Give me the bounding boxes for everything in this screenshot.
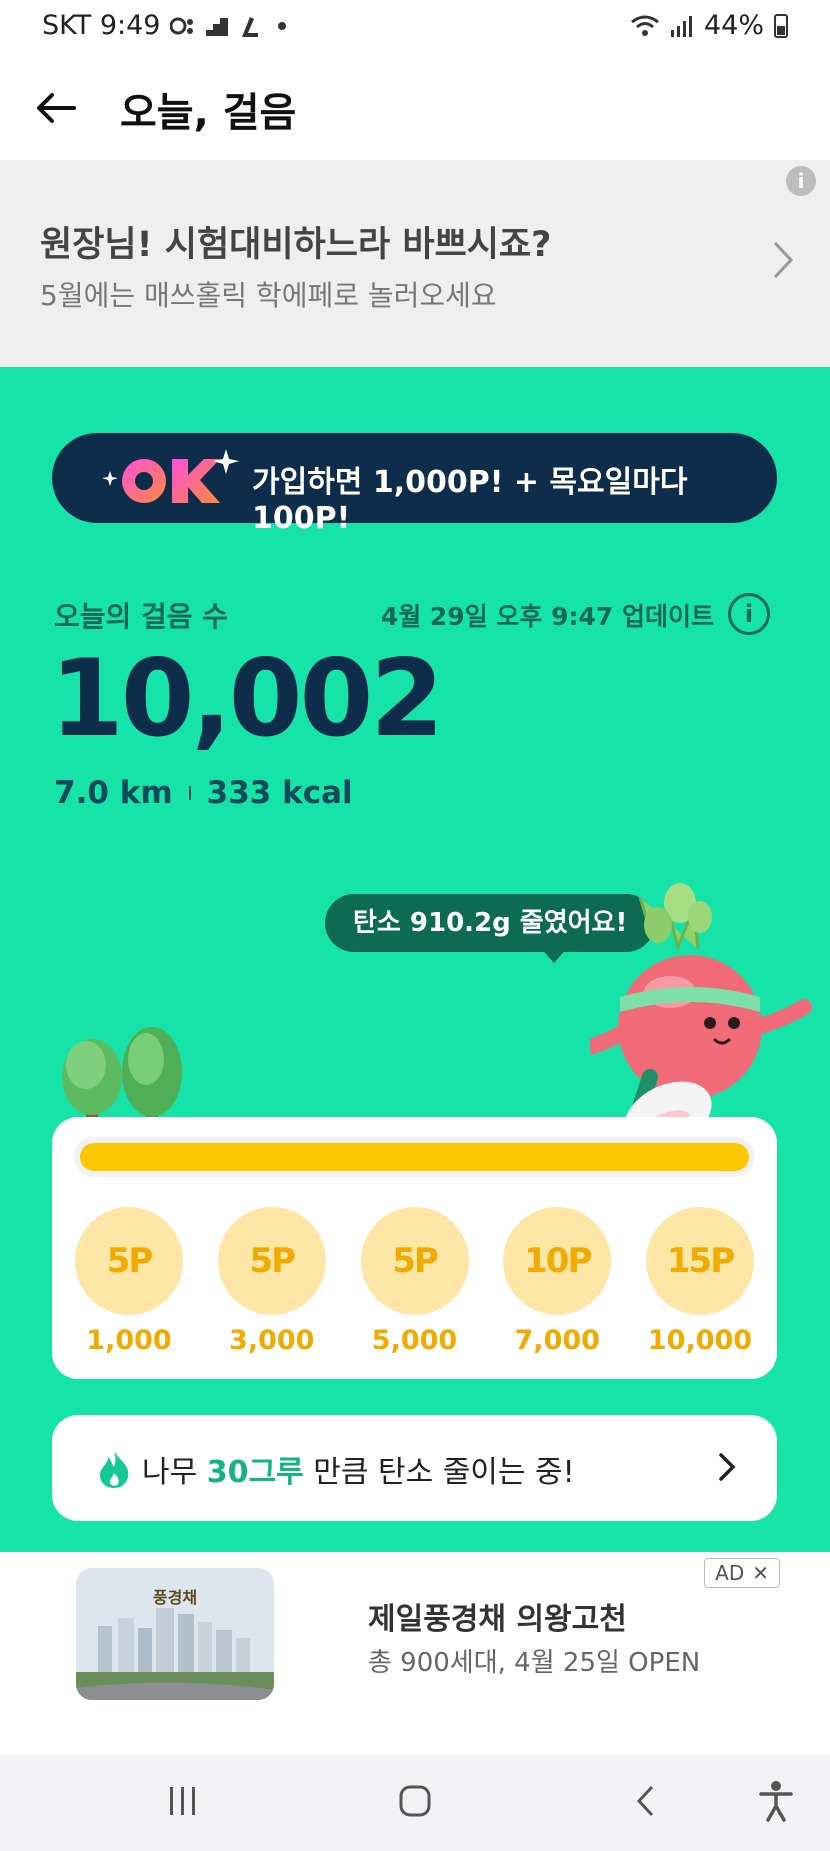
reward-points: 5P: [360, 1207, 469, 1315]
ad-brand-text: 풍경채: [152, 1588, 198, 1607]
reward-item[interactable]: 5P 1,000: [74, 1207, 184, 1356]
tree-count: 30그루: [206, 1455, 304, 1490]
step-progress-track: [74, 1137, 755, 1177]
tree-status-text: 나무 30그루 만큼 탄소 줄이는 중!: [142, 1447, 575, 1491]
promo-title: 원장님! 시험대비하느라 바쁘시죠?: [40, 225, 552, 265]
app-header: 오늘, 걸음: [0, 56, 830, 160]
system-nav-bar: [0, 1754, 830, 1851]
stairs-icon: [206, 17, 229, 36]
back-icon[interactable]: [634, 1784, 658, 1818]
steps-label: 오늘의 걸음 수: [54, 600, 229, 633]
ok-logo-icon: [102, 449, 239, 503]
recent-apps-icon[interactable]: [168, 1784, 198, 1818]
reward-step-goal: 3,000: [229, 1325, 315, 1356]
walk-dashboard: 가입하면 1,000P! + 목요일마다 100P! 오늘의 걸음 수 4월 2…: [0, 367, 830, 1552]
tree-status-suffix: 만큼 탄소 줄이는 중!: [303, 1455, 575, 1490]
tree-status-button[interactable]: 나무 30그루 만큼 탄소 줄이는 중!: [52, 1415, 777, 1521]
notification-icon: [170, 17, 194, 34]
distance-calories: 7.0 km 333 kcal: [54, 775, 353, 811]
tree-status-prefix: 나무: [142, 1455, 207, 1490]
ad-badge[interactable]: AD ✕: [704, 1558, 780, 1588]
step-count: 10,002: [50, 637, 444, 760]
reward-step-goal: 10,000: [647, 1325, 753, 1356]
reward-list: 5P 1,000 5P 3,000 5P 5,000 10P 7,000 15P…: [74, 1207, 755, 1356]
status-bar: SKT 9:49 44%: [0, 0, 830, 56]
reward-points: 15P: [646, 1207, 754, 1315]
flame-icon: [100, 1451, 129, 1488]
ad-subtitle: 총 900세대, 4월 25일 OPEN: [368, 1648, 701, 1678]
accessibility-icon[interactable]: [758, 1780, 794, 1822]
ad-title: 제일풍경채 의왕고천: [368, 1602, 627, 1637]
signal-icon: [670, 15, 692, 37]
battery-icon: [774, 13, 788, 38]
ad-banner[interactable]: AD ✕ 풍경채 제일풍경채 의왕고천 총 900세대, 4월 25일 OPEN: [0, 1552, 830, 1754]
reward-step-goal: 7,000: [514, 1325, 600, 1356]
update-time: 4월 29일 오후 9:47 업데이트: [380, 602, 714, 631]
reward-item[interactable]: 15P 10,000: [645, 1207, 755, 1356]
home-icon[interactable]: [398, 1784, 432, 1818]
reward-item[interactable]: 5P 3,000: [217, 1207, 327, 1356]
divider: [188, 786, 191, 800]
app-notification-icon: [242, 16, 259, 37]
ad-close-icon[interactable]: ✕: [752, 1559, 769, 1587]
carrier-time: SKT 9:49: [42, 10, 161, 41]
reward-points: 5P: [75, 1207, 183, 1315]
ad-image[interactable]: 풍경채: [76, 1568, 274, 1700]
wifi-icon: [631, 15, 659, 36]
battery-percent: 44%: [703, 10, 764, 41]
status-left: SKT 9:49: [42, 10, 287, 41]
tomato-mascot-illustration: [590, 883, 812, 1149]
reward-step-goal: 1,000: [86, 1325, 172, 1356]
promo-banner[interactable]: i 원장님! 시험대비하느라 바쁘시죠? 5월에는 매쓰홀릭 학에페로 놀러오세…: [0, 160, 830, 367]
chevron-right-icon: [719, 1453, 736, 1481]
distance-value: 7.0 km: [54, 775, 173, 811]
back-arrow-icon[interactable]: [30, 80, 86, 136]
ok-banner-text: 가입하면 1,000P! + 목요일마다 100P!: [252, 465, 688, 536]
ok-cashbag-banner[interactable]: 가입하면 1,000P! + 목요일마다 100P!: [52, 433, 777, 536]
bubble-tail: [540, 947, 568, 963]
calories-value: 333 kcal: [206, 775, 353, 811]
more-notifications-dot: [278, 21, 287, 30]
ad-label: AD: [715, 1561, 745, 1585]
reward-item[interactable]: 5P 5,000: [360, 1207, 470, 1356]
promo-subtitle: 5월에는 매쓰홀릭 학에페로 놀러오세요: [40, 279, 497, 312]
ad-info-icon[interactable]: i: [786, 166, 816, 196]
reward-points: 10P: [503, 1207, 612, 1315]
page-title: 오늘, 걸음: [120, 90, 297, 136]
reward-card: 5P 1,000 5P 3,000 5P 5,000 10P 7,000 15P…: [52, 1117, 777, 1379]
step-progress-fill: [80, 1143, 749, 1171]
status-right: 44%: [630, 10, 788, 41]
reward-step-goal: 5,000: [371, 1325, 458, 1356]
reward-points: 5P: [217, 1207, 326, 1315]
chevron-right-icon: [773, 241, 794, 279]
reward-item[interactable]: 10P 7,000: [502, 1207, 612, 1356]
info-icon[interactable]: i: [728, 593, 770, 635]
